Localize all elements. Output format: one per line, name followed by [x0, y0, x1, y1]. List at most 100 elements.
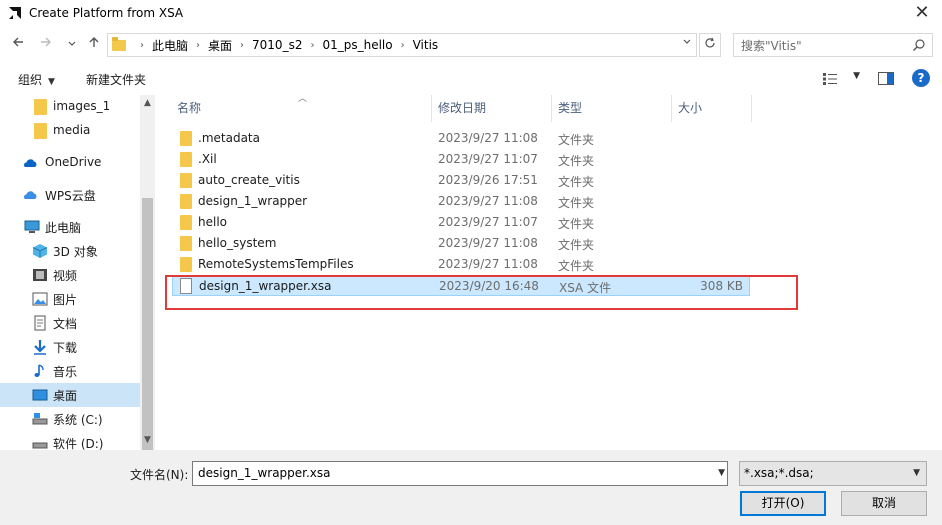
preview-pane-icon[interactable]: [878, 72, 894, 85]
navigation-bar: › 此电脑 › 桌面 › 7010_s2 › 01_ps_hello › Vit…: [0, 30, 942, 60]
refresh-icon: [705, 37, 715, 48]
file-date: 2023/9/20 16:48: [439, 279, 539, 293]
sidebar-item-downloads[interactable]: 下载: [0, 335, 140, 359]
column-divider[interactable]: [671, 95, 672, 122]
folder-icon: [180, 257, 192, 272]
new-folder-button[interactable]: 新建文件夹: [86, 71, 146, 88]
file-date: 2023/9/26 17:51: [438, 173, 538, 187]
address-dropdown-button[interactable]: [678, 34, 696, 56]
search-icon[interactable]: [912, 38, 926, 52]
sidebar-item-label: OneDrive: [45, 155, 102, 169]
sidebar-scroll-thumb[interactable]: [142, 198, 153, 450]
forward-arrow-icon: [41, 37, 51, 47]
sidebar-item-3d-objects[interactable]: 3D 对象: [0, 239, 140, 263]
sidebar-item-onedrive[interactable]: OneDrive: [0, 151, 140, 175]
file-name: .Xil: [198, 152, 217, 166]
chevron-right-icon[interactable]: ›: [310, 40, 314, 51]
address-bar[interactable]: › 此电脑 › 桌面 › 7010_s2 › 01_ps_hello › Vit…: [107, 33, 697, 57]
sidebar-item-this-pc[interactable]: 此电脑: [0, 215, 140, 239]
breadcrumb-7010-s2[interactable]: 7010_s2: [252, 38, 302, 52]
sidebar-item-music[interactable]: 音乐: [0, 359, 140, 383]
sort-ascending-icon: ︿: [298, 94, 308, 104]
sidebar-item-images-1[interactable]: images_1: [0, 95, 140, 119]
sidebar-item-label: 视频: [53, 269, 78, 283]
column-header-size[interactable]: 大小: [678, 95, 702, 122]
cloud-icon: [23, 159, 37, 167]
title-bar: Create Platform from XSA ✕: [0, 0, 942, 28]
chevron-right-icon[interactable]: ›: [196, 40, 200, 51]
file-type-filter[interactable]: *.xsa;*.dsa; ▼: [739, 461, 927, 486]
chevron-down-icon[interactable]: ▼: [718, 462, 725, 485]
organize-button[interactable]: 组织 ▼: [18, 71, 55, 88]
sidebar-item-media[interactable]: media: [0, 119, 140, 143]
breadcrumb-vitis[interactable]: Vitis: [413, 38, 439, 52]
close-button[interactable]: ✕: [910, 2, 934, 24]
column-header-name[interactable]: 名称: [177, 95, 201, 122]
search-input[interactable]: 搜索"Vitis": [733, 33, 933, 57]
chevron-right-icon[interactable]: ›: [401, 40, 405, 51]
file-type: 文件夹: [558, 217, 595, 231]
refresh-button[interactable]: [699, 33, 721, 57]
view-dropdown-icon[interactable]: ▼: [853, 71, 860, 81]
column-header-date[interactable]: 修改日期: [438, 95, 486, 122]
table-row[interactable]: .Xil 2023/9/27 11:07 文件夹: [172, 149, 750, 170]
table-row[interactable]: hello 2023/9/27 11:07 文件夹: [172, 212, 750, 233]
chevron-right-icon: ›: [140, 39, 144, 51]
filter-value: *.xsa;*.dsa;: [744, 466, 814, 480]
sidebar-item-label: 3D 对象: [53, 245, 98, 259]
sidebar-item-videos[interactable]: 视频: [0, 263, 140, 287]
open-button[interactable]: 打开(O): [740, 491, 826, 516]
table-row[interactable]: design_1_wrapper 2023/9/27 11:08 文件夹: [172, 191, 750, 212]
file-date: 2023/9/27 11:08: [438, 236, 538, 250]
back-button[interactable]: [8, 34, 28, 56]
table-row[interactable]: RemoteSystemsTempFiles 2023/9/27 11:08 文…: [172, 254, 750, 275]
sidebar-item-pictures[interactable]: 图片: [0, 287, 140, 311]
recent-locations-button[interactable]: [62, 34, 82, 56]
sidebar-item-drive-c[interactable]: 系统 (C:): [0, 407, 140, 431]
scroll-up-icon[interactable]: ▲: [142, 97, 153, 109]
sidebar-item-documents[interactable]: 文档: [0, 311, 140, 335]
breadcrumb-this-pc[interactable]: 此电脑: [152, 37, 188, 54]
3d-objects-icon: [32, 244, 48, 258]
drive-icon: [32, 442, 48, 449]
column-divider[interactable]: [751, 95, 752, 122]
up-button[interactable]: [84, 34, 104, 56]
folder-icon: [180, 215, 192, 230]
breadcrumb-desktop[interactable]: 桌面: [208, 37, 232, 54]
column-divider[interactable]: [431, 95, 432, 122]
file-name: hello_system: [198, 236, 277, 250]
help-icon[interactable]: ?: [912, 69, 930, 87]
sidebar-item-wps-cloud[interactable]: WPS云盘: [0, 183, 140, 207]
file-name: .metadata: [198, 131, 260, 145]
table-row[interactable]: hello_system 2023/9/27 11:08 文件夹: [172, 233, 750, 254]
folder-icon: [112, 36, 126, 51]
table-row[interactable]: .metadata 2023/9/27 11:08 文件夹: [172, 128, 750, 149]
sidebar-item-label: 软件 (D:): [53, 437, 104, 450]
cancel-button[interactable]: 取消: [841, 491, 927, 516]
music-icon: [34, 364, 44, 377]
file-name: design_1_wrapper: [198, 194, 308, 208]
column-divider[interactable]: [551, 95, 552, 122]
search-placeholder: 搜索"Vitis": [741, 38, 802, 53]
view-options-icon[interactable]: [822, 72, 838, 86]
dropdown-arrow-icon: ▼: [48, 77, 55, 87]
chevron-right-icon[interactable]: ›: [240, 40, 244, 51]
forward-button[interactable]: [36, 34, 56, 56]
breadcrumb-01-ps-hello[interactable]: 01_ps_hello: [322, 38, 392, 52]
documents-icon: [34, 315, 46, 331]
file-name: RemoteSystemsTempFiles: [198, 257, 354, 271]
column-header-type[interactable]: 类型: [558, 95, 582, 122]
sidebar-item-label: 桌面: [53, 389, 78, 403]
table-row[interactable]: auto_create_vitis 2023/9/26 17:51 文件夹: [172, 170, 750, 191]
scroll-down-icon[interactable]: ▼: [142, 434, 153, 446]
sidebar-item-desktop[interactable]: 桌面: [0, 383, 140, 407]
folder-icon: [180, 236, 192, 251]
sidebar-item-drive-d[interactable]: 软件 (D:): [0, 431, 140, 450]
table-row-selected[interactable]: design_1_wrapper.xsa 2023/9/20 16:48 XSA…: [172, 275, 750, 296]
filename-field[interactable]: design_1_wrapper.xsa ▼: [192, 461, 728, 486]
organize-label: 组织: [18, 73, 43, 87]
sidebar-item-label: 此电脑: [45, 221, 82, 235]
pictures-icon: [32, 292, 48, 306]
video-icon: [33, 269, 47, 281]
file-type: 文件夹: [558, 175, 595, 189]
